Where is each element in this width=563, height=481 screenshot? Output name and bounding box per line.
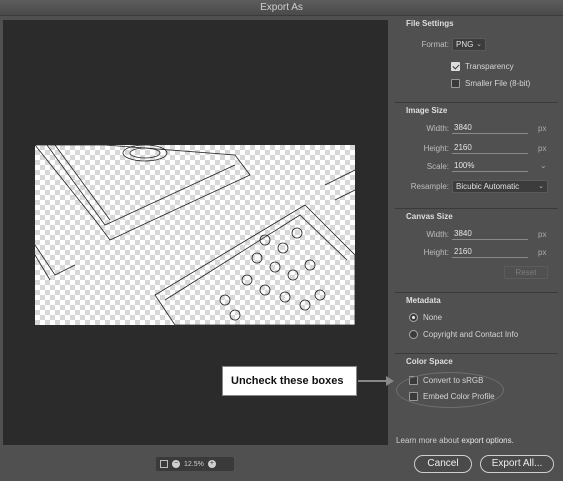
annotation-callout: Uncheck these boxes [222, 366, 357, 396]
smaller-file-checkbox[interactable] [451, 79, 460, 88]
file-settings-header: File Settings [406, 19, 454, 28]
metadata-section: Metadata None Copyright and Contact Info [395, 292, 558, 352]
zoom-value: 12.5% [184, 460, 204, 468]
learn-more-text: Learn more about export options. [396, 436, 514, 445]
canvas-size-section: Canvas Size Width: 3840 px Height: 2160 … [395, 208, 558, 298]
resample-value: Bicubic Automatic [456, 182, 520, 191]
metadata-none-radio[interactable] [409, 313, 418, 322]
callout-arrow-line [358, 380, 388, 382]
image-height-input[interactable]: 2160 [452, 142, 528, 154]
image-size-section: Image Size Width: 3840 px Height: 2160 p… [395, 102, 558, 208]
learn-more-prefix: Learn more about [396, 436, 462, 445]
export-all-button[interactable]: Export All... [480, 455, 554, 473]
cancel-button[interactable]: Cancel [414, 455, 472, 473]
scale-dropdown-icon[interactable]: ⌄ [540, 161, 547, 170]
preview-artwork [35, 145, 355, 325]
canvas-width-input[interactable]: 3840 [452, 228, 528, 240]
window-title: Export As [260, 2, 303, 13]
chevron-down-icon: ⌄ [538, 183, 544, 190]
image-width-input[interactable]: 3840 [452, 122, 528, 134]
export-options-link[interactable]: export options. [461, 436, 513, 445]
chevron-down-icon: ⌄ [476, 41, 482, 48]
scale-label: Scale: [426, 162, 449, 171]
format-select[interactable]: PNG ⌄ [452, 38, 486, 51]
image-preview [35, 145, 355, 325]
reset-button[interactable]: Reset [504, 266, 548, 279]
format-label: Format: [421, 40, 449, 49]
format-value: PNG [456, 40, 474, 49]
annotation-text: Uncheck these boxes [231, 375, 344, 387]
metadata-header: Metadata [395, 292, 558, 308]
zoom-in-icon[interactable]: + [207, 460, 216, 468]
scale-input[interactable]: 100% [452, 160, 528, 172]
image-width-label: Width: [426, 124, 449, 133]
canvas-width-label: Width: [426, 230, 449, 239]
canvas-height-label: Height: [423, 248, 449, 257]
highlight-ellipse [396, 372, 504, 408]
zoom-out-icon[interactable]: − [172, 460, 180, 468]
image-width-unit: px [538, 124, 547, 133]
arrow-right-icon [386, 376, 394, 386]
transparency-label: Transparency [465, 62, 514, 71]
canvas-height-input[interactable]: 2160 [452, 246, 528, 258]
transparency-checkbox[interactable] [451, 62, 460, 71]
color-space-header: Color Space [395, 353, 558, 369]
window-titlebar: Export As [0, 0, 563, 16]
image-size-header: Image Size [395, 102, 558, 118]
resample-label: Resample: [410, 182, 449, 191]
zoom-controls: − 12.5% + [156, 457, 234, 471]
canvas-height-unit: px [538, 248, 547, 257]
metadata-none-label: None [423, 313, 443, 322]
image-height-unit: px [538, 144, 547, 153]
canvas-size-header: Canvas Size [395, 208, 558, 224]
metadata-copyright-radio[interactable] [409, 330, 418, 339]
file-settings-section: File Settings Format: PNG ⌄ Transparency… [395, 16, 558, 92]
fit-view-icon[interactable] [160, 460, 168, 468]
canvas-width-unit: px [538, 230, 547, 239]
image-height-label: Height: [423, 144, 449, 153]
smaller-file-label: Smaller File (8-bit) [465, 79, 531, 88]
resample-select[interactable]: Bicubic Automatic ⌄ [452, 180, 548, 193]
metadata-copyright-label: Copyright and Contact Info [423, 330, 519, 339]
